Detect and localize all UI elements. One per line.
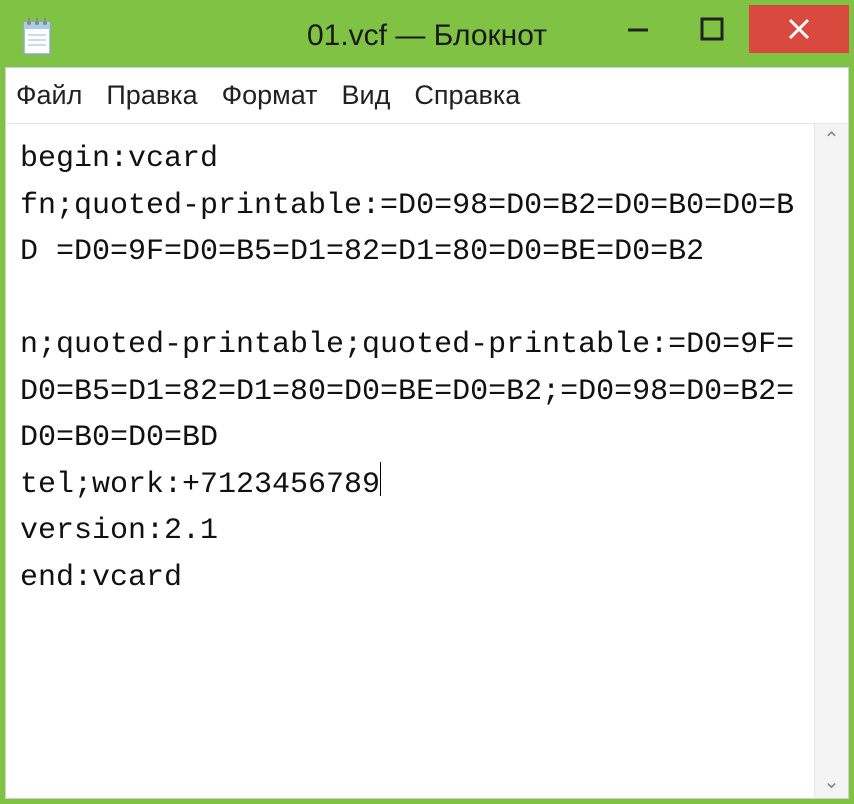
titlebar[interactable]: 01.vcf — Блокнот — [5, 5, 849, 67]
maximize-button[interactable] — [675, 5, 749, 53]
editor-content-after-cursor: version:2.1 end:vcard — [20, 514, 218, 595]
scroll-up-icon[interactable]: ⌃ — [823, 130, 840, 150]
text-editor[interactable]: begin:vcard fn;quoted-printable:=D0=98=D… — [6, 124, 814, 798]
menu-format[interactable]: Формат — [222, 80, 318, 111]
window-controls — [601, 5, 849, 53]
scroll-down-icon[interactable]: ⌄ — [823, 772, 840, 792]
close-button[interactable] — [749, 5, 849, 53]
notepad-icon — [21, 16, 53, 56]
menubar: Файл Правка Формат Вид Справка — [5, 67, 849, 123]
vertical-scrollbar[interactable]: ⌃ ⌄ — [814, 124, 848, 798]
menu-help[interactable]: Справка — [414, 80, 520, 111]
minimize-button[interactable] — [601, 5, 675, 53]
menu-file[interactable]: Файл — [16, 80, 82, 111]
text-cursor — [380, 462, 381, 496]
editor-content-before-cursor: begin:vcard fn;quoted-printable:=D0=98=D… — [20, 142, 794, 502]
menu-edit[interactable]: Правка — [106, 80, 197, 111]
notepad-window: 01.vcf — Блокнот Файл Правка Формат Вид … — [5, 5, 849, 799]
menu-view[interactable]: Вид — [342, 80, 391, 111]
editor-area: begin:vcard fn;quoted-printable:=D0=98=D… — [5, 123, 849, 799]
